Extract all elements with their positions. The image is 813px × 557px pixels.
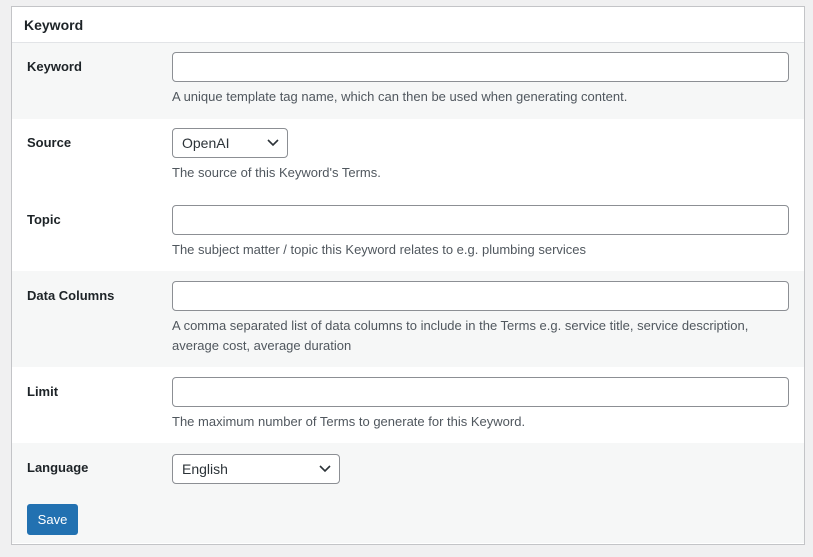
language-select-value: English <box>182 461 228 477</box>
keyword-input[interactable] <box>172 52 789 82</box>
data-columns-row: Data Columns A comma separated list of d… <box>12 271 804 367</box>
chevron-down-icon <box>319 465 331 473</box>
save-button[interactable]: Save <box>27 504 78 535</box>
panel-title: Keyword <box>12 7 804 43</box>
language-select[interactable]: English <box>172 454 340 484</box>
chevron-down-icon <box>267 139 279 147</box>
data-columns-description: A comma separated list of data columns t… <box>172 318 749 353</box>
source-select-value: OpenAI <box>182 135 230 151</box>
limit-input[interactable] <box>172 377 789 407</box>
source-description: The source of this Keyword's Terms. <box>172 165 381 180</box>
topic-input[interactable] <box>172 205 789 235</box>
topic-row: Topic The subject matter / topic this Ke… <box>12 195 804 271</box>
topic-label: Topic <box>27 212 61 227</box>
limit-row: Limit The maximum number of Terms to gen… <box>12 367 804 443</box>
source-row: Source OpenAI The source of this Keyword… <box>12 119 804 195</box>
topic-description: The subject matter / topic this Keyword … <box>172 242 587 257</box>
data-columns-input[interactable] <box>172 281 789 311</box>
limit-label: Limit <box>27 384 59 399</box>
source-select[interactable]: OpenAI <box>172 128 288 158</box>
limit-description: The maximum number of Terms to generate … <box>172 414 526 429</box>
keyword-label: Keyword <box>27 59 82 74</box>
data-columns-label: Data Columns <box>27 288 115 303</box>
keyword-panel: Keyword Keyword A unique template tag na… <box>11 6 805 545</box>
language-row: Language English <box>12 443 804 543</box>
language-label: Language <box>27 460 89 475</box>
keyword-description: A unique template tag name, which can th… <box>172 89 628 104</box>
keyword-row: Keyword A unique template tag name, whic… <box>12 43 804 119</box>
source-label: Source <box>27 135 72 150</box>
